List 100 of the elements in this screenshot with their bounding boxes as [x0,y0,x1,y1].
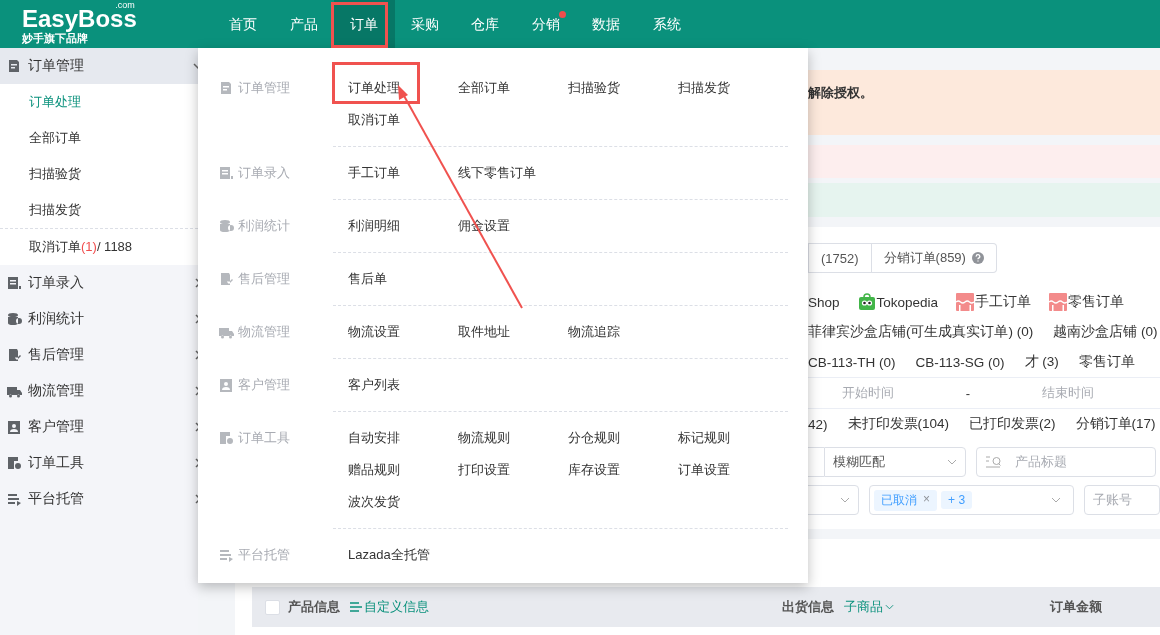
nav-tab[interactable]: 数据 [576,0,637,48]
nav-tab[interactable]: 产品 [273,0,334,48]
logo-tagline: 妙手旗下品牌 [22,32,88,46]
menu-category-label: 客户管理 [238,376,290,394]
nav-tab[interactable]: 系统 [636,0,697,48]
menu-category-label: 物流管理 [238,323,290,341]
menu-item[interactable]: 线下零售订单 [458,164,568,182]
column-header: 出货信息 [782,598,834,616]
menu-category-label: 平台托管 [238,546,290,564]
menu-item[interactable]: 物流追踪 [568,323,678,341]
id-card-icon [218,377,234,393]
help-icon [971,252,984,264]
print-filter[interactable]: 未打印发票(104) [847,415,950,433]
sidebar-group[interactable]: 订单管理 [0,48,198,84]
menu-item[interactable]: 手工订单 [348,164,458,182]
nav-tab[interactable]: 仓库 [455,0,516,48]
coins-icon [6,311,22,327]
menu-item[interactable]: 全部订单 [458,79,568,97]
nav-tab[interactable]: 首页 [213,0,274,48]
menu-item[interactable]: 订单处理 [348,79,458,97]
menu-item[interactable]: 取件地址 [458,323,568,341]
store-filter[interactable]: CB-113-TH (0) [808,354,896,370]
sidebar-item[interactable]: 全部订单 [0,120,198,156]
logo-suffix: .com [115,1,135,10]
menu-item[interactable]: 售后单 [348,270,458,288]
store-filter[interactable]: 零售订单 [1078,353,1135,371]
store-filter[interactable]: 越南沙盒店铺 (0) [1053,323,1158,341]
nav-tab[interactable]: 采购 [394,0,455,48]
chevron-down-icon [1050,497,1061,503]
order-tab[interactable]: (1752) [808,243,872,273]
chevron-down-icon [840,497,851,503]
status-tag: 已取消 × [874,489,938,511]
sidebar-group[interactable]: 售后管理 [0,337,198,373]
shop-awning-icon [956,293,975,311]
menu-item[interactable]: 波次发货 [348,493,458,511]
document-icon [218,165,234,181]
sidebar-item[interactable]: 扫描发货 [0,192,198,228]
store-filter[interactable]: 才 (3) [1024,353,1059,371]
print-filter[interactable]: 分销订单(17) [1075,415,1156,433]
platform-filter[interactable]: 手工订单 [956,293,1032,311]
store-filter[interactable]: CB-113-SG (0) [915,354,1005,370]
coins-icon [218,218,234,234]
document-icon [6,275,22,291]
menu-item[interactable]: 自动安排 [348,429,458,447]
chevron-down-icon [885,604,894,610]
owl-bag-icon [857,293,876,311]
select-all-checkbox[interactable] [265,599,280,615]
range-separator: - [964,385,972,401]
more-tags-badge: + 3 [941,491,973,509]
store-filter[interactable]: 菲律宾沙盒店铺(可生成真实订单) (0) [808,323,1034,341]
menu-category-label: 订单管理 [238,79,290,97]
menu-item[interactable]: 扫描验货 [568,79,678,97]
stack-arrow-icon [218,547,234,563]
platform-filter[interactable]: 零售订单 [1049,293,1125,311]
menu-category-label: 订单录入 [238,164,290,182]
shop-awning-icon [1049,293,1068,311]
menu-item[interactable]: 客户列表 [348,376,458,394]
menu-item[interactable]: 取消订单 [348,111,458,129]
sidebar-group[interactable]: 利润统计 [0,301,198,337]
clipboard-icon [218,80,234,96]
clipboard-check-icon [6,347,22,363]
sidebar-group[interactable]: 物流管理 [0,373,198,409]
sidebar-group[interactable]: 平台托管 [0,481,198,517]
clipboard-icon [6,58,22,74]
menu-category-label: 利润统计 [238,217,290,235]
menu-item[interactable]: 利润明细 [348,217,458,235]
platform-filter[interactable]: Tokopedia [857,293,939,311]
document-gear-icon [6,455,22,471]
menu-category-label: 订单工具 [238,429,290,447]
menu-item[interactable]: 分仓规则 [568,429,678,447]
highlight-frame [331,2,388,48]
chevron-down-icon [947,459,957,465]
menu-item[interactable]: 库存设置 [568,461,678,479]
column-header: 产品信息 [288,598,340,616]
clipboard-check-icon [218,271,234,287]
list-icon [350,602,362,612]
menu-item[interactable]: 物流设置 [348,323,458,341]
print-filter[interactable]: 已打印发票(2) [969,415,1056,433]
menu-item[interactable]: 打印设置 [458,461,568,479]
match-select[interactable]: 模糊匹配 [824,447,966,477]
nav-tab[interactable]: 分销 [515,0,576,48]
search-icon [985,455,1001,469]
document-gear-icon [218,430,234,446]
order-tab[interactable]: 分销订单(859) [871,243,997,273]
menu-item[interactable]: Lazada全托管 [348,546,458,564]
print-filter[interactable]: 42) [808,416,828,432]
menu-item[interactable]: 物流规则 [458,429,568,447]
menu-item[interactable]: 标记规则 [678,429,788,447]
menu-item[interactable]: 订单设置 [678,461,788,479]
menu-item[interactable]: 赠品规则 [348,461,458,479]
sidebar-item[interactable]: 订单处理 [0,84,198,120]
platform-filter[interactable]: Shop [808,294,840,310]
column-header: 订单金额 [1050,598,1103,616]
stack-arrow-icon [6,491,22,507]
sidebar-group[interactable]: 订单工具 [0,445,198,481]
menu-item[interactable]: 扫描发货 [678,79,788,97]
sidebar-item[interactable]: 取消订单(1)/ 1188 [0,228,198,265]
menu-category-label: 售后管理 [238,270,290,288]
sidebar-item[interactable]: 扫描验货 [0,156,198,192]
id-card-icon [6,419,22,435]
